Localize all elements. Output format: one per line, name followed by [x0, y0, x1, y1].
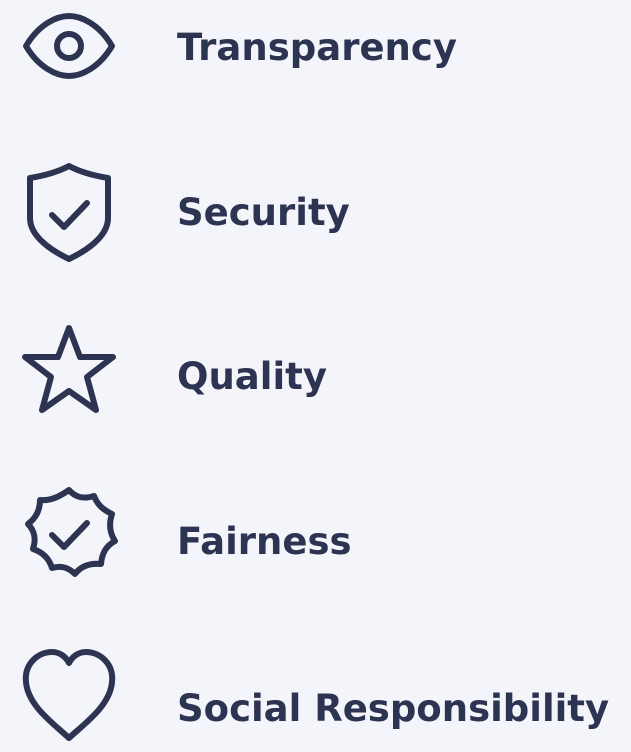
values-list: Transparency Security Quality Fairness S…	[0, 0, 631, 747]
badge-check-icon	[14, 477, 124, 587]
heart-icon	[14, 642, 124, 752]
shield-check-icon	[14, 158, 124, 268]
value-label: Quality	[177, 355, 327, 398]
value-label: Social Responsibility	[177, 687, 610, 730]
value-label: Fairness	[177, 520, 352, 563]
star-icon	[14, 313, 124, 423]
value-item-social-responsibility: Social Responsibility	[0, 0, 631, 741]
value-label: Security	[177, 191, 350, 234]
